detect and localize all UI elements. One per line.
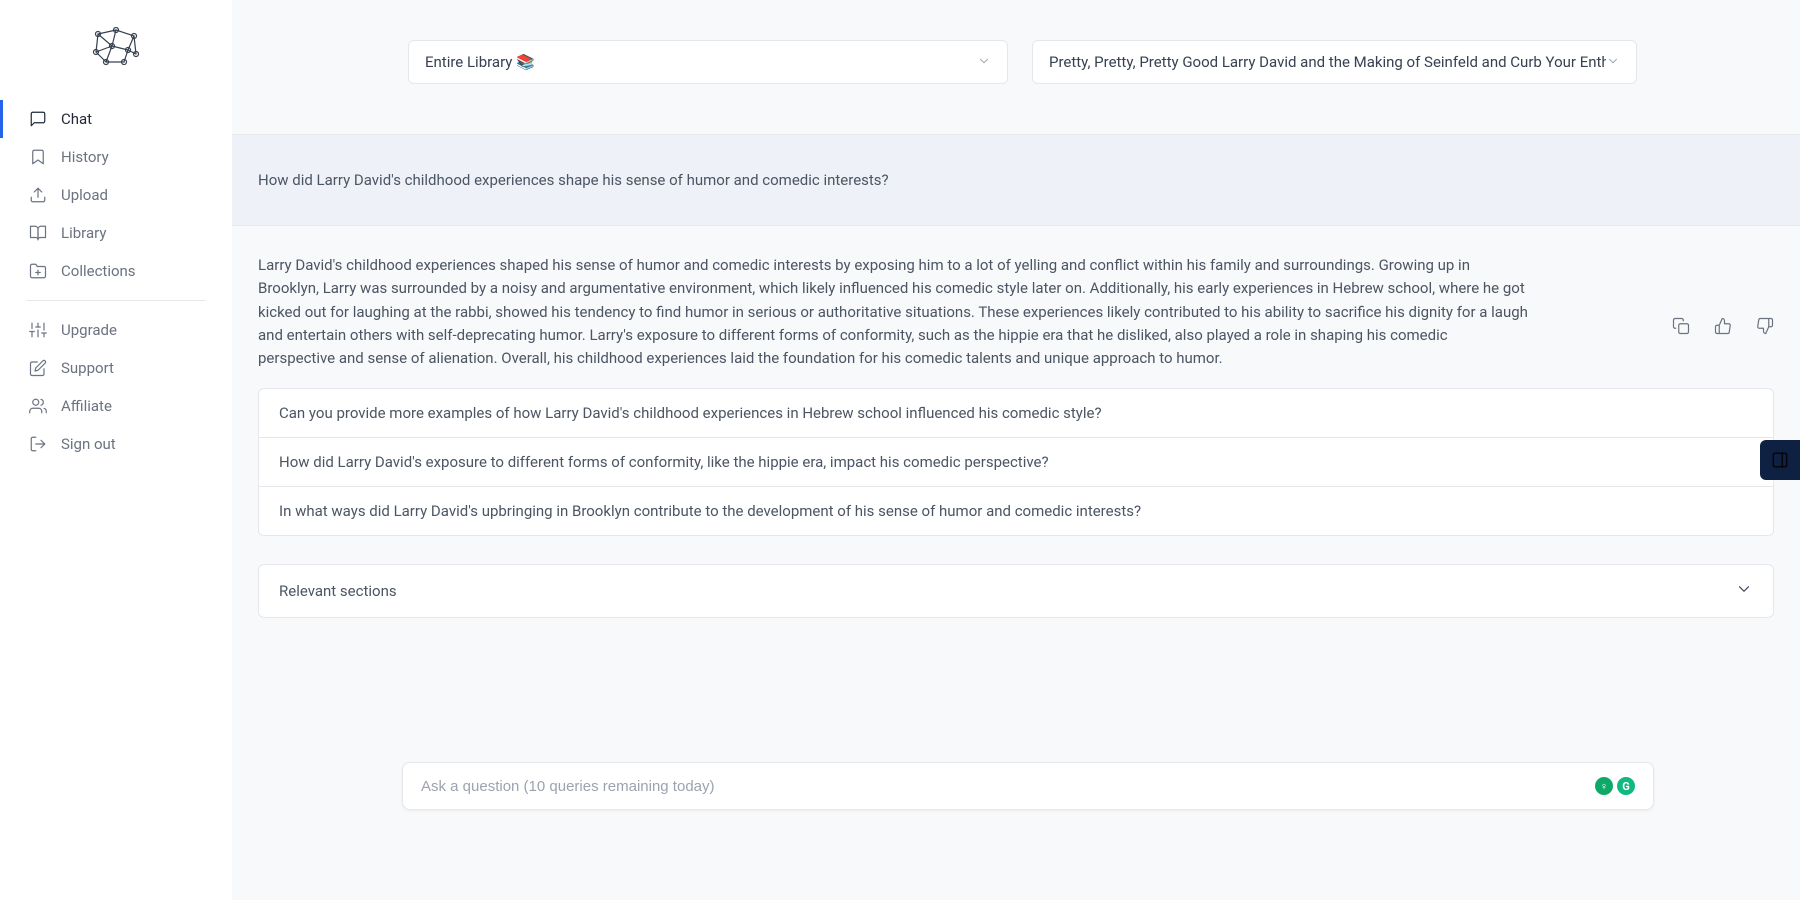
thumbs-up-button[interactable] — [1714, 317, 1732, 335]
document-dropdown[interactable]: Pretty, Pretty, Pretty Good Larry David … — [1032, 40, 1637, 84]
sidebar: Chat History Upload Library Collections … — [0, 0, 232, 900]
sidebar-item-affiliate[interactable]: Affiliate — [0, 387, 232, 425]
sidebar-item-label: Affiliate — [61, 397, 112, 415]
suggestion-item[interactable]: How did Larry David's exposure to differ… — [258, 437, 1774, 486]
main-content: Entire Library 📚 Pretty, Pretty, Pretty … — [232, 0, 1800, 900]
sidebar-item-collections[interactable]: Collections — [0, 252, 232, 290]
sidebar-item-chat[interactable]: Chat — [0, 100, 232, 138]
sidebar-item-label: Sign out — [61, 435, 116, 453]
chevron-down-icon — [1606, 54, 1620, 71]
hint-badge-icon[interactable]: ♀ — [1595, 777, 1613, 795]
side-panel-toggle[interactable] — [1760, 440, 1800, 480]
relevant-sections-label: Relevant sections — [279, 582, 397, 600]
document-dropdown-label: Pretty, Pretty, Pretty Good Larry David … — [1049, 53, 1606, 71]
sidebar-divider — [26, 300, 206, 301]
scope-dropdown-label: Entire Library 📚 — [425, 53, 535, 71]
topbar: Entire Library 📚 Pretty, Pretty, Pretty … — [232, 0, 1800, 134]
edit-icon — [29, 359, 47, 377]
scope-dropdown[interactable]: Entire Library 📚 — [408, 40, 1008, 84]
chat-icon — [29, 110, 47, 128]
chevron-down-icon — [1735, 580, 1753, 602]
sidebar-item-upload[interactable]: Upload — [0, 176, 232, 214]
logout-icon — [29, 435, 47, 453]
sidebar-item-support[interactable]: Support — [0, 349, 232, 387]
app-logo — [88, 24, 232, 72]
grammarly-icon[interactable]: G — [1617, 777, 1635, 795]
sidebar-item-history[interactable]: History — [0, 138, 232, 176]
upload-icon — [29, 186, 47, 204]
sidebar-item-label: Support — [61, 359, 114, 377]
followup-suggestions: Can you provide more examples of how Lar… — [232, 388, 1800, 536]
sidebar-item-label: Library — [61, 224, 106, 242]
panel-icon — [1771, 451, 1789, 469]
sidebar-item-label: Upgrade — [61, 321, 117, 339]
assistant-answer-block: Larry David's childhood experiences shap… — [232, 226, 1800, 388]
answer-actions — [1612, 254, 1774, 370]
suggestion-item[interactable]: Can you provide more examples of how Lar… — [258, 388, 1774, 437]
sidebar-item-signout[interactable]: Sign out — [0, 425, 232, 463]
question-input[interactable] — [421, 778, 1595, 795]
assistant-answer-text: Larry David's childhood experiences shap… — [258, 254, 1528, 370]
input-extras: ♀ G — [1595, 777, 1635, 795]
folder-plus-icon — [29, 262, 47, 280]
chevron-down-icon — [977, 54, 991, 71]
sidebar-item-label: Upload — [61, 186, 108, 204]
thumbs-down-button[interactable] — [1756, 317, 1774, 335]
sidebar-item-library[interactable]: Library — [0, 214, 232, 252]
sidebar-item-label: Collections — [61, 262, 136, 280]
bookmark-icon — [29, 148, 47, 166]
users-icon — [29, 397, 47, 415]
sliders-icon — [29, 321, 47, 339]
sidebar-item-label: Chat — [61, 110, 92, 128]
relevant-sections-toggle[interactable]: Relevant sections — [258, 564, 1774, 618]
user-question-block: How did Larry David's childhood experien… — [232, 134, 1800, 226]
copy-button[interactable] — [1672, 317, 1690, 335]
suggestion-item[interactable]: In what ways did Larry David's upbringin… — [258, 486, 1774, 536]
sidebar-item-upgrade[interactable]: Upgrade — [0, 311, 232, 349]
book-icon — [29, 224, 47, 242]
user-question-text: How did Larry David's childhood experien… — [258, 171, 1774, 189]
sidebar-item-label: History — [61, 148, 109, 166]
question-input-bar[interactable]: ♀ G — [402, 762, 1654, 810]
